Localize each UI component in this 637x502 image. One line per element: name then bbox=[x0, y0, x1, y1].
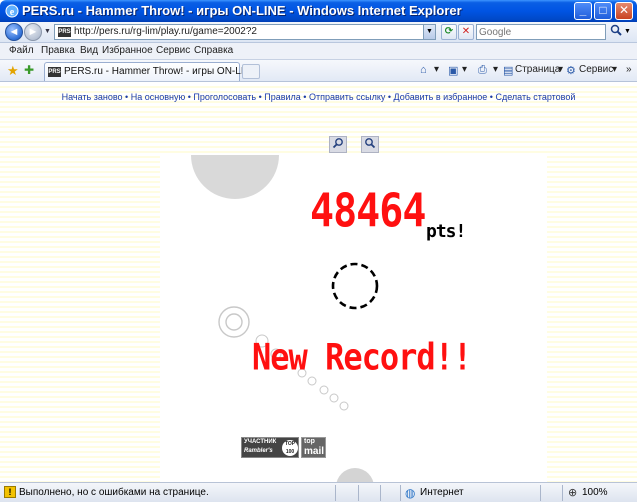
status-divider bbox=[400, 485, 401, 501]
mail-top-badge[interactable]: top mail bbox=[301, 437, 326, 458]
zoom-out-icon[interactable] bbox=[361, 136, 379, 153]
back-arrow-icon[interactable]: ◄ bbox=[5, 23, 23, 41]
address-bar[interactable]: PRS http://pers.ru/rg-lim/play.ru/game=2… bbox=[54, 24, 436, 40]
page-icon: ▤ bbox=[503, 65, 514, 77]
zoom-level-icon[interactable]: ⊕ bbox=[568, 486, 577, 499]
link-restart[interactable]: Начать заново bbox=[62, 92, 123, 102]
feeds-dropdown-icon[interactable]: ▾ bbox=[462, 64, 467, 75]
new-record-message: New Record!! bbox=[252, 335, 472, 379]
svg-text:e: e bbox=[10, 7, 15, 18]
menu-favorites[interactable]: Избранное bbox=[102, 45, 153, 56]
page-dropdown-icon[interactable]: ▾ bbox=[558, 64, 563, 75]
menu-view[interactable]: Вид bbox=[80, 45, 98, 56]
link-vote[interactable]: Проголосовать bbox=[193, 92, 256, 102]
page-menu-button[interactable]: Страница bbox=[515, 64, 560, 75]
maximize-button[interactable]: □ bbox=[594, 2, 612, 20]
score-unit: pts! bbox=[426, 221, 466, 242]
menu-bar: Файл Правка Вид Избранное Сервис Справка bbox=[0, 43, 637, 60]
status-divider bbox=[335, 485, 336, 501]
menu-help[interactable]: Справка bbox=[194, 45, 233, 56]
security-zone: Интернет bbox=[420, 487, 464, 498]
close-button[interactable]: ✕ bbox=[615, 2, 633, 20]
search-input[interactable] bbox=[479, 26, 601, 38]
link-favorite[interactable]: Добавить в избранное bbox=[394, 92, 488, 102]
zoom-level[interactable]: 100% bbox=[582, 487, 608, 498]
page-content: Начать заново • На основную • Проголосов… bbox=[0, 83, 637, 487]
star-icon[interactable]: ★ bbox=[7, 63, 19, 79]
menu-edit[interactable]: Правка bbox=[41, 45, 75, 56]
print-dropdown-icon[interactable]: ▾ bbox=[493, 64, 498, 75]
window-title-bar[interactable]: e PERS.ru - Hammer Throw! - игры ON-LINE… bbox=[0, 0, 637, 22]
link-send[interactable]: Отправить ссылку bbox=[309, 92, 385, 102]
link-homepage[interactable]: Сделать стартовой bbox=[495, 92, 575, 102]
throw-ring-inner bbox=[225, 313, 243, 331]
home-icon[interactable]: ⌂ bbox=[420, 64, 427, 76]
link-rules[interactable]: Правила bbox=[264, 92, 301, 102]
url-text[interactable]: http://pers.ru/rg-lim/play.ru/game=2002?… bbox=[74, 26, 257, 37]
menu-tools[interactable]: Сервис bbox=[156, 45, 190, 56]
home-dropdown-icon[interactable]: ▾ bbox=[434, 64, 439, 75]
status-text: Выполнено, но с ошибками на странице. bbox=[19, 487, 209, 498]
trail-dot bbox=[339, 401, 349, 411]
score-value: 48464 bbox=[310, 185, 426, 238]
target-circle bbox=[331, 262, 379, 310]
menu-file[interactable]: Файл bbox=[9, 45, 34, 56]
trail-dot bbox=[329, 393, 339, 403]
status-bar: ! Выполнено, но с ошибками на странице. … bbox=[0, 482, 637, 502]
print-icon[interactable]: ⎙ bbox=[478, 64, 487, 77]
status-divider bbox=[380, 485, 381, 501]
rambler-top100-badge[interactable]: УЧАСТНИК Rambler's TOP 100 bbox=[241, 437, 299, 458]
refresh-icon[interactable]: ⟳ bbox=[441, 24, 457, 40]
warning-icon[interactable]: ! bbox=[4, 486, 16, 498]
search-box[interactable] bbox=[476, 24, 606, 40]
status-divider bbox=[540, 485, 541, 501]
status-divider bbox=[358, 485, 359, 501]
feeds-icon[interactable]: ▣ bbox=[448, 64, 458, 77]
tools-menu-button[interactable]: Сервис bbox=[579, 64, 613, 75]
site-favicon: PRS bbox=[58, 27, 71, 37]
toolbar-overflow-icon[interactable]: » bbox=[626, 64, 632, 75]
history-dropdown-icon[interactable]: ▼ bbox=[44, 28, 51, 35]
address-toolbar: ◄ ► ▼ PRS http://pers.ru/rg-lim/play.ru/… bbox=[0, 22, 637, 43]
magnifier-icon[interactable] bbox=[607, 24, 624, 40]
address-dropdown-icon[interactable]: ▼ bbox=[423, 25, 435, 39]
trail-dot bbox=[319, 385, 329, 395]
minimize-button[interactable]: _ bbox=[574, 2, 592, 20]
tab-favicon: PRS bbox=[48, 67, 61, 77]
tab-toolbar: ★ ✚ PRS PERS.ru - Hammer Throw! - игры O… bbox=[0, 60, 637, 82]
game-nav-links: Начать заново • На основную • Проголосов… bbox=[61, 92, 576, 102]
browser-tab[interactable]: PRS PERS.ru - Hammer Throw! - игры ON-LI… bbox=[44, 62, 258, 81]
link-main[interactable]: На основную bbox=[131, 92, 186, 102]
new-tab-button[interactable] bbox=[242, 64, 260, 79]
stop-icon[interactable]: ✕ bbox=[458, 24, 474, 40]
grey-arc-top bbox=[191, 155, 279, 199]
throw-ring-outer bbox=[218, 306, 250, 338]
ie-icon: e bbox=[5, 4, 19, 18]
add-favorite-icon[interactable]: ✚ bbox=[24, 63, 34, 77]
forward-arrow-icon[interactable]: ► bbox=[24, 23, 42, 41]
globe-icon: ◍ bbox=[405, 486, 416, 500]
tab-label: PERS.ru - Hammer Throw! - игры ON-LINE bbox=[64, 66, 258, 77]
gear-icon: ⚙ bbox=[566, 65, 576, 77]
tools-dropdown-icon[interactable]: ▾ bbox=[612, 64, 617, 75]
search-dropdown-icon[interactable]: ▼ bbox=[624, 28, 631, 35]
zoom-in-icon[interactable] bbox=[329, 136, 347, 153]
game-canvas[interactable]: 48464 pts! New Record!! bbox=[160, 155, 547, 487]
status-divider bbox=[562, 485, 563, 501]
window-title: PERS.ru - Hammer Throw! - игры ON-LINE -… bbox=[22, 3, 462, 18]
